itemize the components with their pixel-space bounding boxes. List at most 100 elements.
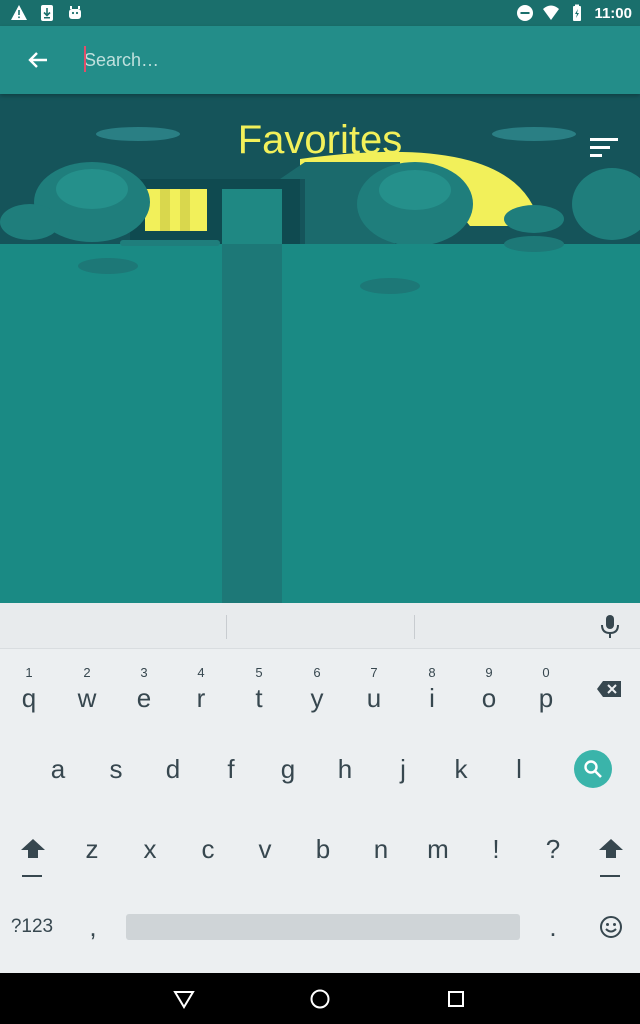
- nav-back-button[interactable]: [170, 985, 198, 1013]
- status-bar: 11:00: [0, 0, 640, 26]
- key-2[interactable]: 3e: [119, 659, 169, 719]
- key-letter: c: [201, 833, 215, 864]
- key-letter: u: [366, 682, 382, 713]
- key-letter: a: [50, 753, 66, 784]
- key-row2-3[interactable]: f: [206, 739, 256, 799]
- key-letter: d: [165, 753, 181, 784]
- period-key[interactable]: .: [528, 897, 578, 957]
- key-hint: 5: [255, 665, 263, 680]
- key-row2-8[interactable]: l: [494, 739, 544, 799]
- key-row2-6[interactable]: j: [378, 739, 428, 799]
- nav-home-button[interactable]: [306, 985, 334, 1013]
- search-input[interactable]: [84, 44, 604, 76]
- key-row3-1[interactable]: x: [125, 819, 175, 879]
- shift-icon: [599, 839, 623, 858]
- key-letter: !: [492, 833, 500, 864]
- key-hint: 1: [25, 665, 33, 680]
- shift-underline: [22, 875, 42, 877]
- spacebar[interactable]: [126, 914, 520, 940]
- key-row3-3[interactable]: v: [240, 819, 290, 879]
- key-letter: k: [454, 753, 468, 784]
- key-letter: h: [337, 753, 353, 784]
- key-row3-6[interactable]: m: [413, 819, 463, 879]
- comma-key[interactable]: ,: [68, 897, 118, 957]
- arrow-back-icon: [28, 52, 47, 68]
- key-row2-7[interactable]: k: [436, 739, 486, 799]
- comma-key-label: ,: [89, 911, 97, 942]
- key-row3-7[interactable]: !: [471, 819, 521, 879]
- battery-icon: [573, 4, 582, 21]
- suggestion-divider: [226, 615, 227, 639]
- shift-key-left[interactable]: [8, 819, 58, 879]
- key-9[interactable]: 0p: [521, 659, 571, 719]
- key-row3-0[interactable]: z: [67, 819, 117, 879]
- key-row2-1[interactable]: s: [91, 739, 141, 799]
- recents-square-icon: [448, 991, 464, 1007]
- key-letter: l: [516, 753, 522, 784]
- key-row2-4[interactable]: g: [263, 739, 313, 799]
- key-letter: v: [258, 833, 272, 864]
- key-row2-2[interactable]: d: [148, 739, 198, 799]
- key-6[interactable]: 7u: [349, 659, 399, 719]
- status-right-icons: 11:00: [516, 4, 632, 22]
- key-letter: x: [143, 833, 157, 864]
- favorites-header-illustration: Favorites: [0, 94, 640, 604]
- key-letter: r: [196, 682, 206, 713]
- suggestion-divider: [414, 615, 415, 639]
- key-7[interactable]: 8i: [407, 659, 457, 719]
- back-triangle-icon: [173, 991, 195, 1009]
- key-8[interactable]: 9o: [464, 659, 514, 719]
- key-hint: 7: [370, 665, 378, 680]
- key-letter: q: [21, 682, 37, 713]
- text-cursor: [84, 46, 86, 72]
- sort-icon: [590, 138, 618, 157]
- search-app-bar: [0, 26, 640, 94]
- key-letter: t: [255, 682, 263, 713]
- key-letter: o: [481, 682, 497, 713]
- nav-recents-button[interactable]: [442, 985, 470, 1013]
- key-row3-2[interactable]: c: [183, 819, 233, 879]
- key-row2-5[interactable]: h: [320, 739, 370, 799]
- key-hint: 0: [542, 665, 550, 680]
- symbols-key-label: ?123: [10, 916, 54, 937]
- soft-keyboard: 1q2w3e4r5t6y7u8i9o0p asdfghjkl z x c v b n m!?…: [0, 603, 640, 973]
- sort-button[interactable]: [588, 134, 620, 162]
- key-1[interactable]: 2w: [62, 659, 112, 719]
- key-letter: w: [77, 682, 97, 713]
- symbols-key[interactable]: ?123: [4, 897, 60, 957]
- backspace-key[interactable]: [584, 659, 634, 719]
- key-row2-0[interactable]: a: [33, 739, 83, 799]
- key-letter: j: [400, 753, 406, 784]
- key-row3-4[interactable]: b: [298, 819, 348, 879]
- key-letter: z: [85, 833, 99, 864]
- key-letter: f: [227, 753, 235, 784]
- back-button[interactable]: [22, 44, 54, 76]
- android-icon: [69, 6, 81, 19]
- shift-key-right[interactable]: [586, 819, 636, 879]
- emoji-key[interactable]: [586, 897, 636, 957]
- backspace-icon: [597, 681, 621, 697]
- key-hint: 9: [485, 665, 493, 680]
- key-5[interactable]: 6y: [292, 659, 342, 719]
- system-nav-bar: [0, 973, 640, 1024]
- key-hint: 2: [83, 665, 91, 680]
- key-letter: y: [310, 682, 324, 713]
- key-3[interactable]: 4r: [176, 659, 226, 719]
- key-letter: p: [538, 682, 554, 713]
- key-0[interactable]: 1q: [4, 659, 54, 719]
- search-action-key[interactable]: [574, 750, 612, 788]
- key-row3-8[interactable]: ?: [528, 819, 578, 879]
- search-icon: [584, 760, 602, 778]
- wifi-icon: [543, 5, 560, 20]
- warning-icon: [11, 5, 27, 20]
- key-row3-5[interactable]: n: [356, 819, 406, 879]
- key-4[interactable]: 5t: [234, 659, 284, 719]
- key-letter: ?: [545, 833, 561, 864]
- emoji-icon: [600, 916, 622, 938]
- microphone-icon[interactable]: [598, 613, 622, 639]
- do-not-disturb-icon: [517, 5, 534, 21]
- key-letter: b: [315, 833, 331, 864]
- shift-underline: [600, 875, 620, 877]
- key-letter: i: [429, 682, 435, 713]
- suggestion-strip: [0, 603, 640, 649]
